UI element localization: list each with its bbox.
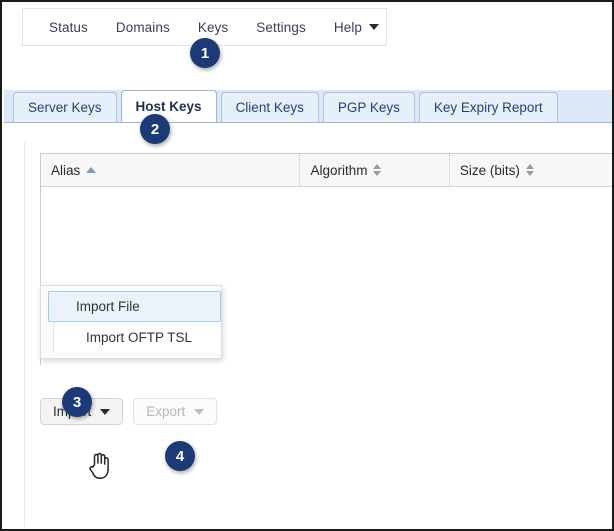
import-dropdown-menu: Import File Import OFTP TSL [40,285,222,359]
tab-host-keys[interactable]: Host Keys [120,90,217,122]
sort-both-icon [525,164,534,176]
column-header-algorithm-label: Algorithm [310,162,368,178]
menu-item-settings[interactable]: Settings [242,16,320,39]
menu-item-keys[interactable]: Keys [184,16,242,39]
grid-header-row: Alias Algorithm Size (bits) [41,154,612,187]
menu-item-domains[interactable]: Domains [102,16,184,39]
menu-item-help-label: Help [333,19,363,35]
step-badge-1: 1 [190,38,220,68]
column-header-size-bits[interactable]: Size (bits) [450,154,612,186]
tab-client-keys[interactable]: Client Keys [220,92,319,122]
menu-item-import-file[interactable]: Import File [48,291,221,322]
sort-ascending-icon [86,166,97,173]
chevron-down-icon [100,408,111,415]
column-header-size-bits-label: Size (bits) [459,162,520,178]
tab-server-keys[interactable]: Server Keys [13,92,117,122]
export-button[interactable]: Export [133,398,218,425]
menu-item-status[interactable]: Status [35,16,102,39]
export-button-label: Export [146,404,186,419]
sort-both-icon [373,164,382,176]
tab-key-expiry-report[interactable]: Key Expiry Report [418,92,558,122]
chevron-down-icon [194,408,205,415]
column-header-alias[interactable]: Alias [41,154,301,186]
app-window: Status Domains Keys Settings Help Server… [0,0,614,531]
menu-item-help[interactable]: Help [320,16,393,39]
column-header-alias-label: Alias [51,162,81,178]
column-header-algorithm[interactable]: Algorithm [300,154,450,186]
menu-item-import-oftp-tsl[interactable]: Import OFTP TSL [53,322,221,353]
step-badge-2: 2 [140,114,170,144]
chevron-down-icon [369,24,380,30]
step-badge-4: 4 [165,441,195,471]
tab-pgp-keys[interactable]: PGP Keys [322,92,415,122]
step-badge-3: 3 [62,387,92,417]
tab-bar: Server Keys Host Keys Client Keys PGP Ke… [4,90,612,123]
